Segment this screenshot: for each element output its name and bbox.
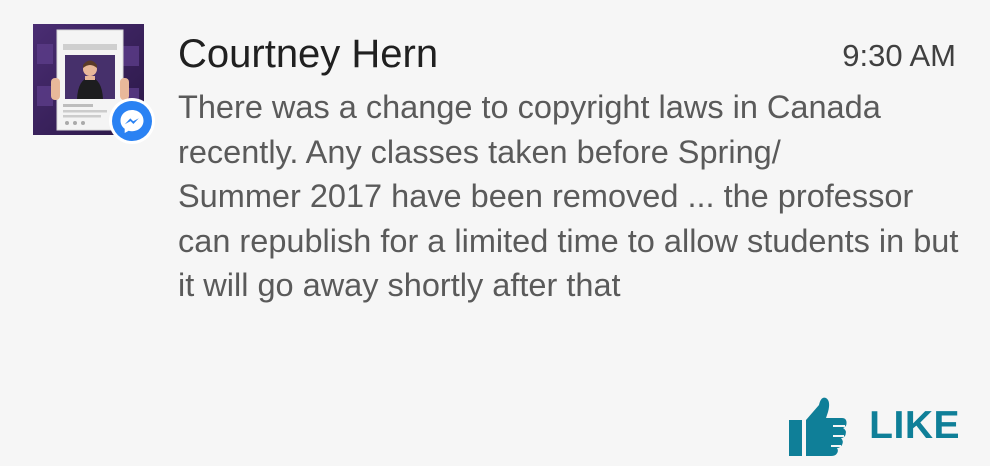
- message-notification[interactable]: Courtney Hern 9:30 AM There was a change…: [0, 0, 990, 466]
- sender-name: Courtney Hern: [178, 32, 439, 76]
- message-text: There was a change to copyright laws in …: [178, 89, 959, 304]
- avatar-container: [33, 24, 155, 144]
- messenger-icon: [112, 101, 152, 141]
- like-label: LIKE: [869, 404, 960, 447]
- messenger-badge: [109, 98, 155, 144]
- like-button[interactable]: LIKE: [789, 388, 960, 464]
- thumbs-up-icon: [789, 397, 847, 456]
- timestamp: 9:30 AM: [842, 38, 956, 73]
